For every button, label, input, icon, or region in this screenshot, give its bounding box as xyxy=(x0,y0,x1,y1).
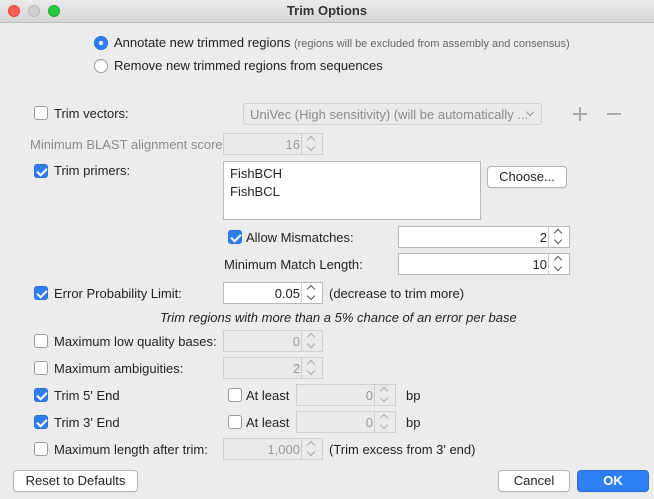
error-prob-checkbox[interactable] xyxy=(34,286,48,300)
trim3-checkbox[interactable] xyxy=(34,415,48,429)
list-item[interactable]: FishBCL xyxy=(230,184,280,199)
stepper-arrows-icon[interactable] xyxy=(374,385,395,405)
max-ambiguities-stepper[interactable]: 2 xyxy=(223,357,323,379)
stepper-arrows-icon[interactable] xyxy=(301,283,322,303)
stepper-arrows-icon[interactable] xyxy=(374,412,395,432)
max-length-value: 1,000 xyxy=(267,442,300,457)
trim-primers-checkbox[interactable] xyxy=(34,164,48,178)
minus-icon[interactable] xyxy=(607,107,621,121)
list-item[interactable]: FishBCH xyxy=(230,166,282,181)
trim5-stepper[interactable]: 0 xyxy=(296,384,396,406)
remove-radio[interactable] xyxy=(94,59,108,73)
trim-options-dialog: Trim Options Annotate new trimmed region… xyxy=(0,0,654,499)
stepper-arrows-icon[interactable] xyxy=(301,331,322,351)
max-low-quality-label: Maximum low quality bases: xyxy=(54,334,217,349)
annotate-label: Annotate new trimmed regions (regions wi… xyxy=(114,35,570,50)
mismatches-stepper[interactable]: 2 xyxy=(398,226,570,248)
allow-mismatches-checkbox[interactable] xyxy=(228,230,242,244)
trim3-atleast-checkbox[interactable] xyxy=(228,415,242,429)
trim5-atleast-checkbox[interactable] xyxy=(228,388,242,402)
trim-vectors-checkbox[interactable] xyxy=(34,106,48,120)
vector-database-value: UniVec (High sensitivity) (will be autom… xyxy=(250,107,529,122)
error-prob-value: 0.05 xyxy=(274,286,300,301)
ok-button[interactable]: OK xyxy=(577,470,649,492)
stepper-arrows-icon[interactable] xyxy=(548,227,569,247)
error-prob-hint: (decrease to trim more) xyxy=(329,286,465,301)
trim3-label: Trim 3' End xyxy=(54,415,120,430)
trim3-value: 0 xyxy=(365,415,373,430)
error-prob-stepper[interactable]: 0.05 xyxy=(223,282,323,304)
max-length-stepper[interactable]: 1,000 xyxy=(223,438,323,460)
max-ambiguities-value: 2 xyxy=(292,361,300,376)
stepper-arrows-icon[interactable] xyxy=(301,358,322,378)
min-match-length-stepper[interactable]: 10 xyxy=(398,253,570,275)
min-match-length-label: Minimum Match Length: xyxy=(224,257,363,272)
vector-database-dropdown[interactable]: UniVec (High sensitivity) (will be autom… xyxy=(243,103,542,125)
trim3-atleast-label: At least xyxy=(246,415,290,430)
max-ambiguities-checkbox[interactable] xyxy=(34,361,48,375)
max-low-quality-stepper[interactable]: 0 xyxy=(223,330,323,352)
stepper-arrows-icon[interactable] xyxy=(301,439,322,459)
allow-mismatches-label: Allow Mismatches: xyxy=(246,230,354,245)
remove-label: Remove new trimmed regions from sequence… xyxy=(114,58,383,73)
max-low-quality-checkbox[interactable] xyxy=(34,334,48,348)
trim3-unit: bp xyxy=(406,415,421,430)
mismatches-value: 2 xyxy=(539,230,547,245)
reset-defaults-button[interactable]: Reset to Defaults xyxy=(13,470,138,492)
title-bar: Trim Options xyxy=(0,0,654,23)
min-blast-stepper[interactable]: 16 xyxy=(223,133,323,155)
trim-primers-label: Trim primers: xyxy=(54,163,131,178)
plus-icon[interactable] xyxy=(573,107,587,121)
max-length-checkbox[interactable] xyxy=(34,442,48,456)
min-blast-value: 16 xyxy=(285,137,300,152)
trim3-stepper[interactable]: 0 xyxy=(296,411,396,433)
max-length-hint: (Trim excess from 3' end) xyxy=(329,442,476,457)
error-prob-label: Error Probability Limit: xyxy=(54,286,182,301)
trim5-value: 0 xyxy=(365,388,373,403)
min-blast-label: Minimum BLAST alignment score: xyxy=(30,137,227,152)
trim5-unit: bp xyxy=(406,388,421,403)
primer-list[interactable]: FishBCH FishBCL xyxy=(223,161,481,220)
max-length-label: Maximum length after trim: xyxy=(54,442,208,457)
max-ambiguities-label: Maximum ambiguities: xyxy=(54,361,184,376)
annotate-hint: (regions will be excluded from assembly … xyxy=(293,38,570,50)
trim-note: Trim regions with more than a 5% chance … xyxy=(160,310,517,325)
stepper-arrows-icon[interactable] xyxy=(301,134,322,154)
annotate-radio[interactable] xyxy=(94,36,108,50)
stepper-arrows-icon[interactable] xyxy=(548,254,569,274)
trim5-label: Trim 5' End xyxy=(54,388,120,403)
cancel-button[interactable]: Cancel xyxy=(498,470,570,492)
max-low-quality-value: 0 xyxy=(292,334,300,349)
choose-button[interactable]: Choose... xyxy=(487,166,567,188)
trim5-checkbox[interactable] xyxy=(34,388,48,402)
window-title: Trim Options xyxy=(286,3,368,18)
trim-vectors-label: Trim vectors: xyxy=(54,106,129,121)
trim5-atleast-label: At least xyxy=(246,388,290,403)
min-match-length-value: 10 xyxy=(532,257,547,272)
